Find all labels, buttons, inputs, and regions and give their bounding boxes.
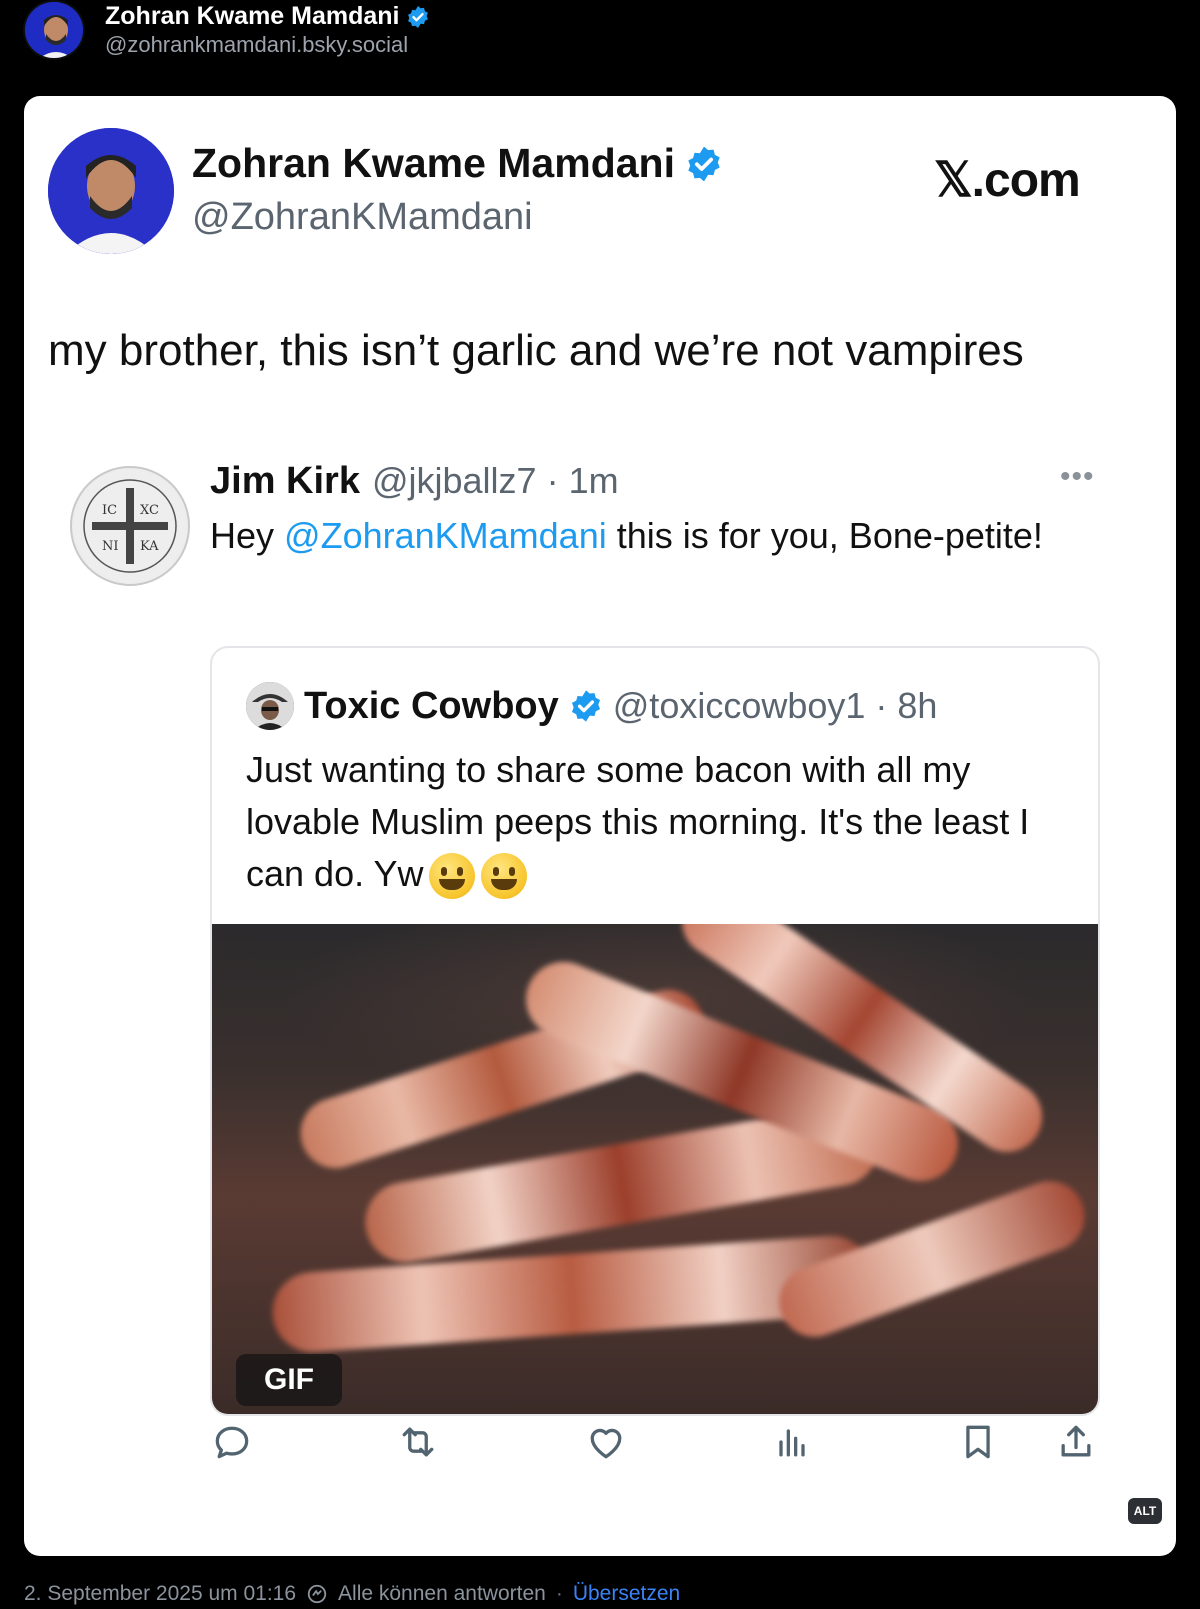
post-timestamp[interactable]: 2. September 2025 um 01:16 (24, 1582, 296, 1606)
share-icon (1054, 1420, 1098, 1464)
avatar-letter: XC (140, 503, 159, 518)
author-handle[interactable]: @zohrankmamdani.bsky.social (105, 32, 408, 58)
reply-settings-icon (307, 1584, 327, 1604)
reply-author-name: Jim Kirk (210, 460, 360, 502)
separator: · (555, 1582, 563, 1605)
quoted-tweet: Toxic Cowboy @toxiccowboy1 · 8h Just wan… (210, 646, 1100, 1416)
tweet-author-name: Zohran Kwame Mamdani (192, 140, 675, 186)
post-image[interactable]: Zohran Kwame Mamdani @ZohranKMamdani 𝕏.c… (24, 96, 1176, 1556)
tweet-action-bar (210, 1414, 1126, 1474)
views-icon (770, 1420, 814, 1464)
avatar-letter: NI (102, 539, 119, 554)
like-icon (584, 1420, 628, 1464)
verified-badge-icon (688, 146, 720, 181)
more-options-icon: ••• (1060, 460, 1095, 493)
translate-link[interactable]: Übersetzen (573, 1582, 680, 1606)
quote-text-body: Just wanting to share some bacon with al… (246, 749, 1030, 894)
gif-badge: GIF (236, 1354, 342, 1406)
reply-avatar: IC XC NI KA (70, 466, 190, 586)
reply-text-before: Hey (210, 515, 285, 556)
avatar-letter: IC (102, 503, 117, 518)
avatar-letter: KA (140, 539, 159, 554)
verified-badge-icon (407, 5, 428, 28)
reply-settings-label[interactable]: Alle können antworten (338, 1582, 546, 1606)
quote-author-name: Toxic Cowboy (304, 684, 559, 727)
verified-badge-icon (571, 690, 600, 722)
reply-meta: @jkjballz7 · 1m (371, 460, 619, 501)
reply-text: Hey @ZohranKMamdani this is for you, Bon… (210, 510, 1070, 562)
post-footer: 2. September 2025 um 01:16 Alle können a… (24, 1582, 680, 1606)
reply-text-after: this is for you, Bone-petite! (606, 515, 1043, 556)
grinning-face-emoji-icon (481, 853, 528, 900)
tweet-text: my brother, this isn’t garlic and we’re … (48, 326, 1024, 375)
tweet-author-handle: @ZohranKMamdani (192, 196, 533, 238)
retweet-icon (396, 1420, 440, 1464)
quote-text: Just wanting to share some bacon with al… (246, 744, 1086, 900)
quote-avatar (246, 682, 294, 730)
post-header: Zohran Kwame Mamdani @zohrankmamdani.bsk… (0, 0, 1200, 96)
grinning-face-emoji-icon (429, 853, 476, 900)
tweet-avatar (48, 128, 174, 254)
bacon-gif: GIF (212, 924, 1098, 1414)
reply-mention: @ZohranKMamdani (284, 515, 607, 556)
bookmark-icon (956, 1420, 1000, 1464)
alt-text-button[interactable]: ALT (1128, 1498, 1162, 1524)
avatar[interactable] (23, 0, 85, 60)
reply-icon (210, 1420, 254, 1464)
quote-meta: @toxiccowboy1 · 8h (612, 685, 938, 726)
author-name[interactable]: Zohran Kwame Mamdani (105, 2, 400, 31)
x-logo: 𝕏.com (934, 154, 1081, 207)
